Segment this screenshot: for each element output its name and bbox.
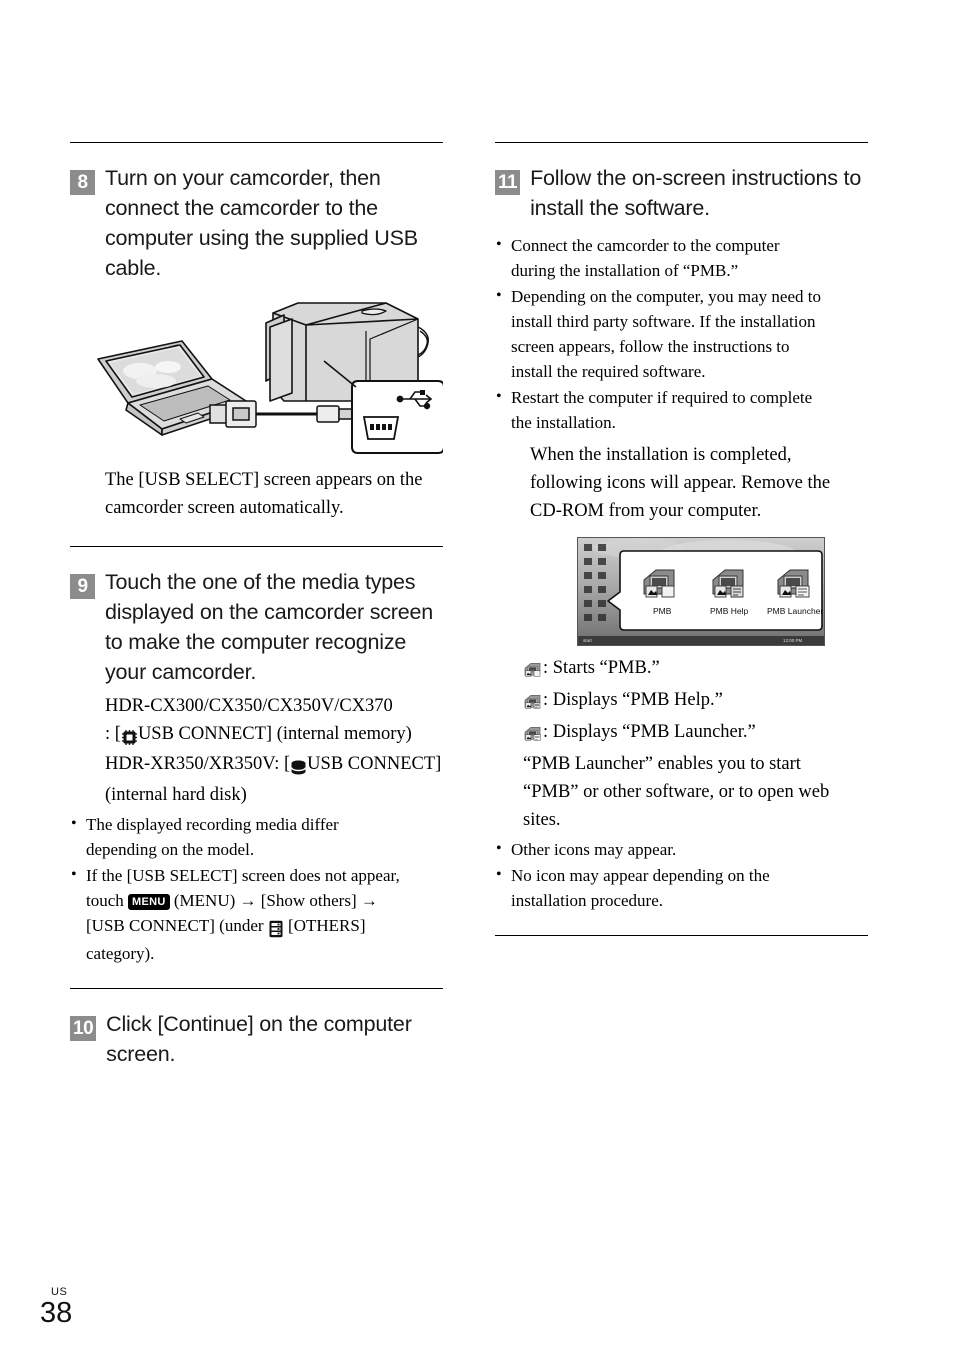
divider-after-step-8: [70, 546, 443, 547]
list-item: Restart the computer if required to comp…: [495, 384, 825, 435]
list-item: The displayed recording media differ dep…: [70, 811, 400, 862]
step-9-media-list: HDR-CX300/CX350/CX350V/CX370 : [ USB CONN…: [105, 693, 443, 809]
list-item: If the [USB SELECT] screen does not appe…: [70, 862, 400, 966]
step-11: 11 Follow the on-screen instructions to …: [495, 163, 868, 223]
cx-prefix: : [: [105, 723, 121, 744]
cx-suffix: USB CONNECT] (internal memory): [137, 723, 412, 744]
legend-row: : Displays “PMB Help.”: [523, 686, 868, 718]
note-part4: [USB CONNECT] (under: [86, 916, 268, 935]
pmb-help-icon: [523, 690, 542, 718]
column-top-rule-right: [495, 142, 868, 143]
manual-page: 8 Turn on your camcorder, then connect t…: [0, 0, 954, 1357]
icon-legend: : Starts “PMB.” : Displays “PMB Help.” :…: [523, 654, 868, 750]
xr-models: HDR-XR350/XR350V: [: [105, 754, 291, 774]
legend-text: : Displays “PMB Help.”: [543, 690, 723, 710]
divider-after-step-11: [495, 935, 868, 936]
desktop-icon-label: PMB Help: [710, 606, 749, 616]
desktop-icon-label: PMB: [653, 606, 672, 616]
legend-text: : Starts “PMB.”: [543, 658, 660, 678]
step-9: 9 Touch the one of the media types displ…: [70, 567, 443, 687]
list-item: Other icons may appear.: [495, 836, 825, 862]
step-11-paragraph: When the installation is completed, foll…: [530, 445, 831, 521]
step-8-caption: The [USB SELECT] screen appears on the c…: [105, 470, 423, 518]
internal-hard-disk-icon: [290, 754, 307, 782]
left-column: 8 Turn on your camcorder, then connect t…: [70, 0, 445, 1069]
pmb-desktop-icons-screenshot: start 12:00 PM PMB PMB Help PMB Launcher: [577, 537, 825, 646]
arrow-icon: →: [360, 891, 378, 910]
column-top-rule-left: [70, 142, 443, 143]
page-number: 38: [40, 1297, 73, 1329]
launcher-description: “PMB Launcher” enables you to start “PMB…: [523, 754, 830, 830]
note-part2: (MENU): [169, 891, 240, 910]
list-item: Depending on the computer, you may need …: [495, 283, 825, 384]
step-9-badge: 9: [70, 574, 95, 599]
list-item: No icon may appear depending on the inst…: [495, 862, 825, 913]
step-11-notes: Connect the camcorder to the computer du…: [495, 232, 825, 435]
step-8-title: Turn on your camcorder, then connect the…: [105, 166, 418, 280]
step-10: 10 Click [Continue] on the computer scre…: [70, 1009, 443, 1069]
step-8: 8 Turn on your camcorder, then connect t…: [70, 163, 443, 283]
pmb-launcher-icon: [523, 722, 542, 750]
others-category-icon: [268, 916, 284, 941]
note-part3: [Show others]: [256, 891, 361, 910]
internal-memory-icon: [121, 724, 138, 752]
step-10-title: Click [Continue] on the computer screen.: [106, 1012, 412, 1066]
cx-models: HDR-CX300/CX350/CX350V/CX370: [105, 696, 393, 716]
legend-row: : Displays “PMB Launcher.”: [523, 718, 868, 750]
step-9-notes: The displayed recording media differ dep…: [70, 811, 400, 966]
svg-text:start: start: [583, 638, 593, 643]
legend-row: : Starts “PMB.”: [523, 654, 868, 686]
list-item: Connect the camcorder to the computer du…: [495, 232, 825, 283]
svg-text:12:00 PM: 12:00 PM: [783, 638, 803, 643]
step-11-badge: 11: [495, 170, 521, 195]
step-8-badge: 8: [70, 170, 95, 195]
page-folio: US 38: [40, 1287, 72, 1329]
camcorder-usb-illustration: [70, 297, 445, 462]
arrow-icon: →: [239, 891, 257, 910]
menu-icon: MENU: [128, 894, 170, 910]
step-9-title: Touch the one of the media types display…: [105, 570, 434, 684]
step-11-tail-notes: Other icons may appear. No icon may appe…: [495, 836, 825, 913]
step-10-badge: 10: [70, 1016, 97, 1041]
step-11-title: Follow the on-screen instructions to ins…: [530, 166, 862, 220]
pmb-icon: [523, 658, 542, 686]
legend-text: : Displays “PMB Launcher.”: [543, 722, 756, 742]
divider-after-step-9: [70, 988, 443, 989]
desktop-icon-label: PMB Launcher: [767, 606, 823, 616]
right-column: 11 Follow the on-screen instructions to …: [495, 0, 868, 936]
